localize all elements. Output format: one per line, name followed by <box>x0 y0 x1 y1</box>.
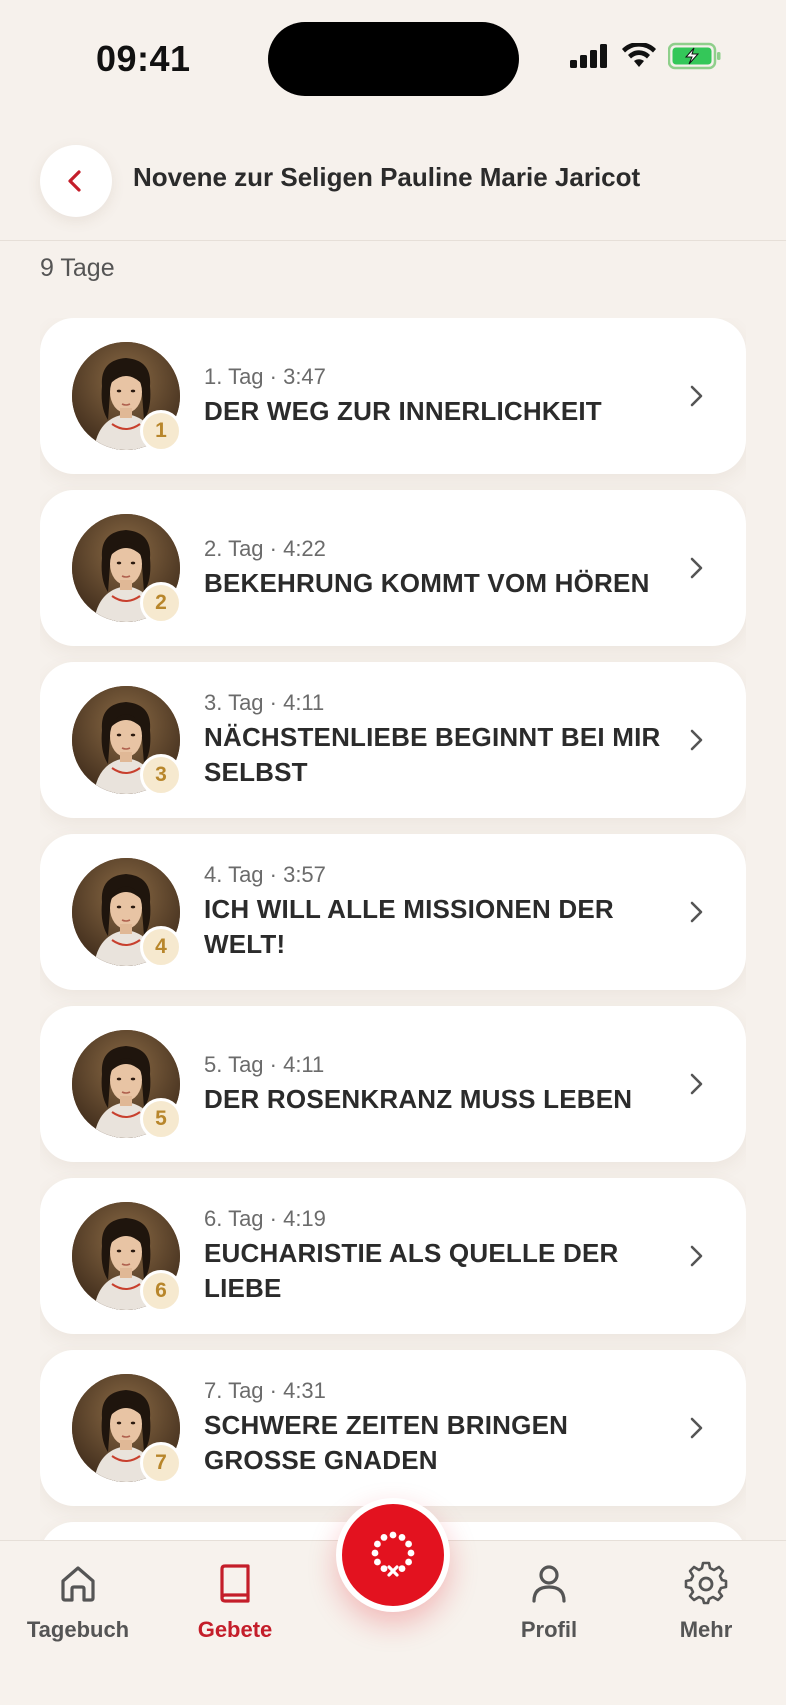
avatar-wrap: 6 <box>72 1202 182 1312</box>
battery-charging-icon <box>668 42 721 70</box>
tab-label: Tagebuch <box>26 1617 130 1642</box>
day-meta: 6. Tag · 4:19 <box>204 1206 326 1231</box>
tab-label: Gebete <box>197 1617 273 1642</box>
card-text: 4. Tag · 3:57 ICH WILL ALLE MISSIONEN DE… <box>204 834 674 990</box>
chevron-right-icon <box>690 729 703 751</box>
day-meta: 7. Tag · 4:31 <box>204 1378 326 1403</box>
status-bar: 09:41 <box>0 0 786 120</box>
day-title: SCHWERE ZEITEN BRINGEN GROSSE GNADEN <box>204 1410 569 1475</box>
day-title: DER WEG ZUR INNERLICHKEIT <box>204 395 602 426</box>
days-count: 9 Tage <box>40 254 115 282</box>
tab-label: Profil <box>520 1617 578 1642</box>
rosary-icon <box>371 1531 415 1577</box>
chevron-right-icon <box>690 901 703 923</box>
user-icon <box>532 1565 566 1603</box>
chevron-right-icon <box>690 1073 703 1095</box>
day-meta: 5. Tag · 4:11 <box>204 1051 325 1077</box>
tab-tagebuch[interactable]: Tagebuch <box>0 1561 156 1643</box>
tab-label: Mehr <box>679 1617 733 1642</box>
day-title: ICH WILL ALLE MISSIONEN DER WELT! <box>204 894 614 959</box>
chevron-right-icon <box>690 385 703 407</box>
card-text: 5. Tag · 4:11 DER ROSENKRANZ MUSS LEBEN <box>204 1006 674 1162</box>
card-text: 2. Tag · 4:22 BEKEHRUNG KOMMT VOM HÖREN <box>204 490 674 646</box>
day-number-badge: 1 <box>140 410 182 452</box>
avatar-wrap: 2 <box>72 514 182 624</box>
novena-day-list: 1 1. Tag · 3:47 DER WEG ZUR INNERLICHKEI… <box>40 318 746 1540</box>
day-number-badge: 7 <box>140 1442 182 1484</box>
cellular-signal-icon <box>570 44 607 68</box>
day-number-badge: 6 <box>140 1270 182 1312</box>
day-card[interactable]: 4 4. Tag · 3:57 ICH WILL ALLE MISSIONEN … <box>40 834 746 990</box>
dynamic-island <box>268 22 519 96</box>
day-card[interactable]: 3 3. Tag · 4:11 NÄCHSTENLIEBE BEGINNT BE… <box>40 662 746 818</box>
day-number-badge: 5 <box>140 1098 182 1140</box>
chevron-right-icon <box>690 557 703 579</box>
day-meta: 3. Tag · 4:11 <box>204 690 325 715</box>
card-text: 1. Tag · 3:47 DER WEG ZUR INNERLICHKEIT <box>204 318 674 474</box>
chevron-right-icon <box>690 1417 703 1439</box>
day-card[interactable]: 6 6. Tag · 4:19 EUCHARISTIE ALS QUELLE D… <box>40 1178 746 1334</box>
day-title: DER ROSENKRANZ MUSS LEBEN <box>204 1083 633 1114</box>
book-icon <box>220 1564 250 1603</box>
day-title: NÄCHSTENLIEBE BEGINNT BEI MIR SELBST <box>204 722 661 787</box>
day-meta: 2. Tag · 4:22 <box>204 535 326 561</box>
header: Novene zur Seligen Pauline Marie Jaricot <box>0 140 786 241</box>
back-button[interactable] <box>40 145 112 217</box>
day-meta: 1. Tag · 3:47 <box>204 363 326 389</box>
day-number-badge: 4 <box>140 926 182 968</box>
status-time: 09:41 <box>96 38 191 79</box>
day-card[interactable]: 1 1. Tag · 3:47 DER WEG ZUR INNERLICHKEI… <box>40 318 746 474</box>
day-card[interactable]: 5 5. Tag · 4:11 DER ROSENKRANZ MUSS LEBE… <box>40 1006 746 1162</box>
day-number-badge: 2 <box>140 582 182 624</box>
tab-gebete[interactable]: Gebete <box>157 1561 313 1643</box>
day-card[interactable]: 7 7. Tag · 4:31 SCHWERE ZEITEN BRINGEN G… <box>40 1350 746 1506</box>
chevron-left-icon <box>68 170 81 192</box>
gear-icon <box>684 1561 728 1605</box>
tab-profil[interactable]: Profil <box>471 1561 627 1643</box>
day-number-badge: 3 <box>140 754 182 796</box>
day-title: BEKEHRUNG KOMMT VOM HÖREN <box>204 567 650 598</box>
home-icon <box>61 1566 95 1602</box>
page-title: Novene zur Seligen Pauline Marie Jaricot <box>133 162 641 192</box>
chevron-right-icon <box>690 1245 703 1267</box>
wifi-icon <box>622 43 656 67</box>
avatar-wrap: 5 <box>72 1030 182 1140</box>
card-text: 3. Tag · 4:11 NÄCHSTENLIEBE BEGINNT BEI … <box>204 662 674 818</box>
avatar-wrap: 1 <box>72 342 182 452</box>
card-text: 6. Tag · 4:19 EUCHARISTIE ALS QUELLE DER… <box>204 1178 674 1334</box>
day-title: EUCHARISTIE ALS QUELLE DER LIEBE <box>204 1238 619 1303</box>
avatar-wrap: 7 <box>72 1374 182 1484</box>
day-meta: 4. Tag · 3:57 <box>204 862 326 887</box>
avatar-wrap: 4 <box>72 858 182 968</box>
avatar-wrap: 3 <box>72 686 182 796</box>
card-text: 7. Tag · 4:31 SCHWERE ZEITEN BRINGEN GRO… <box>204 1350 674 1506</box>
status-icons <box>570 42 722 70</box>
tab-mehr[interactable]: Mehr <box>628 1561 784 1643</box>
center-action-button[interactable] <box>336 1498 450 1612</box>
day-card[interactable]: 2 2. Tag · 4:22 BEKEHRUNG KOMMT VOM HÖRE… <box>40 490 746 646</box>
